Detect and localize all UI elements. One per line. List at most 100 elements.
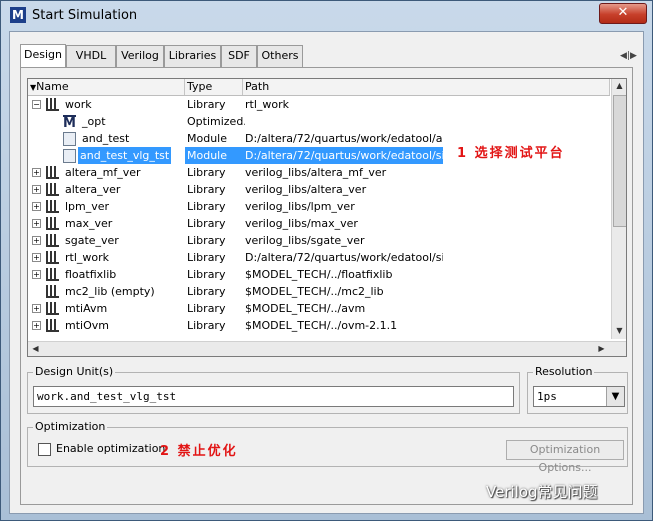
row-name: rtl_work	[65, 251, 110, 264]
optimization-label: Optimization	[33, 420, 108, 433]
row-name: mc2_lib (empty)	[65, 285, 155, 298]
expand-icon[interactable]: +	[32, 321, 41, 330]
row-type: Library	[187, 98, 226, 111]
horizontal-scrollbar[interactable]: ◀ ▶	[28, 341, 626, 356]
dialog-body: Design VHDL Verilog Libraries SDF Others…	[9, 31, 644, 514]
watermark-text: Verilog常见问题	[486, 483, 598, 501]
row-path: rtl_work	[245, 98, 290, 111]
row-path: D:/altera/72/quartus/work/edatool/an...	[245, 132, 443, 145]
modelsim-logo-icon: M	[10, 7, 26, 23]
row-type: Module	[185, 147, 245, 164]
row-path: verilog_libs/lpm_ver	[245, 200, 355, 213]
row-name: sgate_ver	[65, 234, 119, 247]
scroll-left-icon[interactable]: ◀	[28, 344, 43, 353]
row-type: Library	[187, 302, 226, 315]
expand-icon[interactable]: +	[32, 270, 41, 279]
row-type: Library	[187, 319, 226, 332]
library-icon	[46, 200, 59, 213]
resolution-group: Resolution 1ps ▼	[527, 365, 628, 414]
column-type-header[interactable]: Type	[185, 79, 243, 95]
scroll-up-icon[interactable]: ▲	[612, 81, 626, 90]
row-name: work	[65, 98, 92, 111]
expand-icon[interactable]: +	[32, 253, 41, 262]
row-path: verilog_libs/altera_ver	[245, 183, 367, 196]
window-title: Start Simulation	[32, 8, 138, 23]
tab-sdf[interactable]: SDF	[221, 45, 257, 67]
tree-row-opt[interactable]: M _opt Optimized...	[28, 113, 610, 130]
design-unit-input[interactable]: work.and_test_vlg_tst	[33, 386, 514, 407]
tree-row-library[interactable]: + floatfixlib Library $MODEL_TECH/../flo…	[28, 266, 610, 283]
tree-row-library[interactable]: + altera_mf_ver Library verilog_libs/alt…	[28, 164, 610, 181]
collapse-icon[interactable]: −	[32, 100, 41, 109]
row-type: Library	[187, 234, 226, 247]
design-library-tree[interactable]: ▼Name Type Path − work Library rtl_work	[27, 78, 627, 357]
row-path: $MODEL_TECH/../ovm-2.1.1	[245, 319, 398, 332]
tree-row-library[interactable]: + sgate_ver Library verilog_libs/sgate_v…	[28, 232, 610, 249]
library-icon	[46, 285, 59, 298]
enable-optimization-label[interactable]: Enable optimization	[56, 442, 165, 455]
row-path: $MODEL_TECH/../avm	[245, 302, 366, 315]
tree-row-library[interactable]: mc2_lib (empty) Library $MODEL_TECH/../m…	[28, 283, 610, 300]
expand-icon[interactable]: +	[32, 185, 41, 194]
row-name: mtiAvm	[65, 302, 108, 315]
tree-row-library[interactable]: + mtiAvm Library $MODEL_TECH/../avm	[28, 300, 610, 317]
row-type: Library	[187, 285, 226, 298]
row-type: Library	[187, 217, 226, 230]
tree-row-work[interactable]: − work Library rtl_work	[28, 96, 610, 113]
row-path: D:/altera/72/quartus/work/edatool/si...	[243, 147, 443, 164]
tree-row-library[interactable]: + rtl_work Library D:/altera/72/quartus/…	[28, 249, 610, 266]
expand-icon[interactable]: +	[32, 304, 41, 313]
resolution-select[interactable]: 1ps ▼	[533, 386, 625, 407]
dropdown-arrow-icon[interactable]: ▼	[606, 387, 624, 406]
design-units-label: Design Unit(s)	[33, 365, 116, 378]
optimized-design-icon: M	[63, 115, 76, 131]
expand-icon[interactable]: +	[32, 236, 41, 245]
row-path: $MODEL_TECH/../mc2_lib	[245, 285, 384, 298]
close-button[interactable]: ✕	[599, 3, 647, 24]
vertical-scrollbar[interactable]: ▲ ▼	[611, 79, 626, 339]
optimization-options-button[interactable]: Optimization Options...	[506, 440, 624, 474]
row-name: and_test_vlg_tst	[78, 147, 172, 164]
row-name: mtiOvm	[65, 319, 109, 332]
start-simulation-window: M Start Simulation ✕ Design VHDL Verilog…	[0, 0, 653, 521]
annotation-disable-optimization: 2 禁止优化	[160, 444, 238, 459]
row-type: Module	[187, 132, 227, 145]
tab-scroll-arrows-icon[interactable]: ◀|▶	[620, 51, 637, 61]
module-icon	[63, 132, 76, 146]
tree-row-library[interactable]: + altera_ver Library verilog_libs/altera…	[28, 181, 610, 198]
row-path	[243, 113, 443, 130]
row-path: verilog_libs/sgate_ver	[245, 234, 365, 247]
library-icon	[46, 268, 59, 281]
tab-verilog[interactable]: Verilog	[116, 45, 164, 67]
library-icon	[46, 251, 59, 264]
row-path: D:/altera/72/quartus/work/edatool/si...	[245, 251, 443, 264]
row-type: Library	[187, 166, 226, 179]
tree-row-library[interactable]: + mtiOvm Library $MODEL_TECH/../ovm-2.1.…	[28, 317, 610, 334]
expand-icon[interactable]: +	[32, 202, 41, 211]
scroll-down-icon[interactable]: ▼	[612, 326, 626, 335]
row-type: Library	[187, 200, 226, 213]
scroll-right-icon[interactable]: ▶	[594, 344, 609, 353]
row-type: Library	[187, 183, 226, 196]
row-type: Library	[187, 251, 226, 264]
tree-row-library[interactable]: + max_ver Library verilog_libs/max_ver	[28, 215, 610, 232]
row-path: verilog_libs/altera_mf_ver	[245, 166, 387, 179]
row-name: max_ver	[65, 217, 113, 230]
design-tab-panel: ▼Name Type Path − work Library rtl_work	[20, 67, 633, 505]
library-icon	[46, 302, 59, 315]
column-path-header[interactable]: Path	[243, 79, 610, 95]
tab-others[interactable]: Others	[257, 45, 303, 67]
resolution-label: Resolution	[533, 365, 595, 378]
enable-optimization-checkbox[interactable]	[38, 443, 51, 456]
column-name-header[interactable]: ▼Name	[28, 79, 185, 95]
tree-row-library[interactable]: + lpm_ver Library verilog_libs/lpm_ver	[28, 198, 610, 215]
scroll-thumb[interactable]	[613, 95, 626, 227]
tab-design[interactable]: Design	[20, 44, 66, 68]
expand-icon[interactable]: +	[32, 168, 41, 177]
expand-icon[interactable]: +	[32, 219, 41, 228]
tab-vhdl[interactable]: VHDL	[66, 45, 116, 67]
library-icon	[46, 234, 59, 247]
row-name: lpm_ver	[65, 200, 110, 213]
title-bar[interactable]: M Start Simulation ✕	[1, 1, 652, 31]
tab-libraries[interactable]: Libraries	[164, 45, 221, 67]
